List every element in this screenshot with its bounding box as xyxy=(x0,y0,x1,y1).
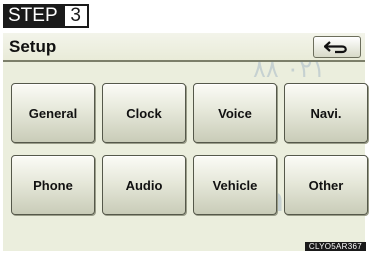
audio-button[interactable]: Audio xyxy=(102,155,186,215)
vehicle-button[interactable]: Vehicle xyxy=(193,155,277,215)
figure-code: CLYO5AR367 xyxy=(304,242,366,251)
navi-button[interactable]: Navi. xyxy=(284,83,368,143)
setup-menu-grid: General Clock Voice Navi. Phone Audio Ve… xyxy=(11,83,368,215)
clock-button[interactable]: Clock xyxy=(102,83,186,143)
other-button[interactable]: Other xyxy=(284,155,368,215)
setup-screen: Setup ٠٢١ ٨٨ General Clock Voice Navi. P… xyxy=(3,33,368,251)
step-indicator: STEP 3 xyxy=(3,4,89,28)
phone-button[interactable]: Phone xyxy=(11,155,95,215)
title-bar: Setup xyxy=(3,33,365,62)
voice-button[interactable]: Voice xyxy=(193,83,277,143)
step-number: 3 xyxy=(62,4,89,28)
page-title: Setup xyxy=(9,37,57,56)
step-label: STEP xyxy=(3,4,63,28)
general-button[interactable]: General xyxy=(11,83,95,143)
back-button[interactable] xyxy=(313,36,361,58)
back-arrow-icon xyxy=(324,41,347,54)
